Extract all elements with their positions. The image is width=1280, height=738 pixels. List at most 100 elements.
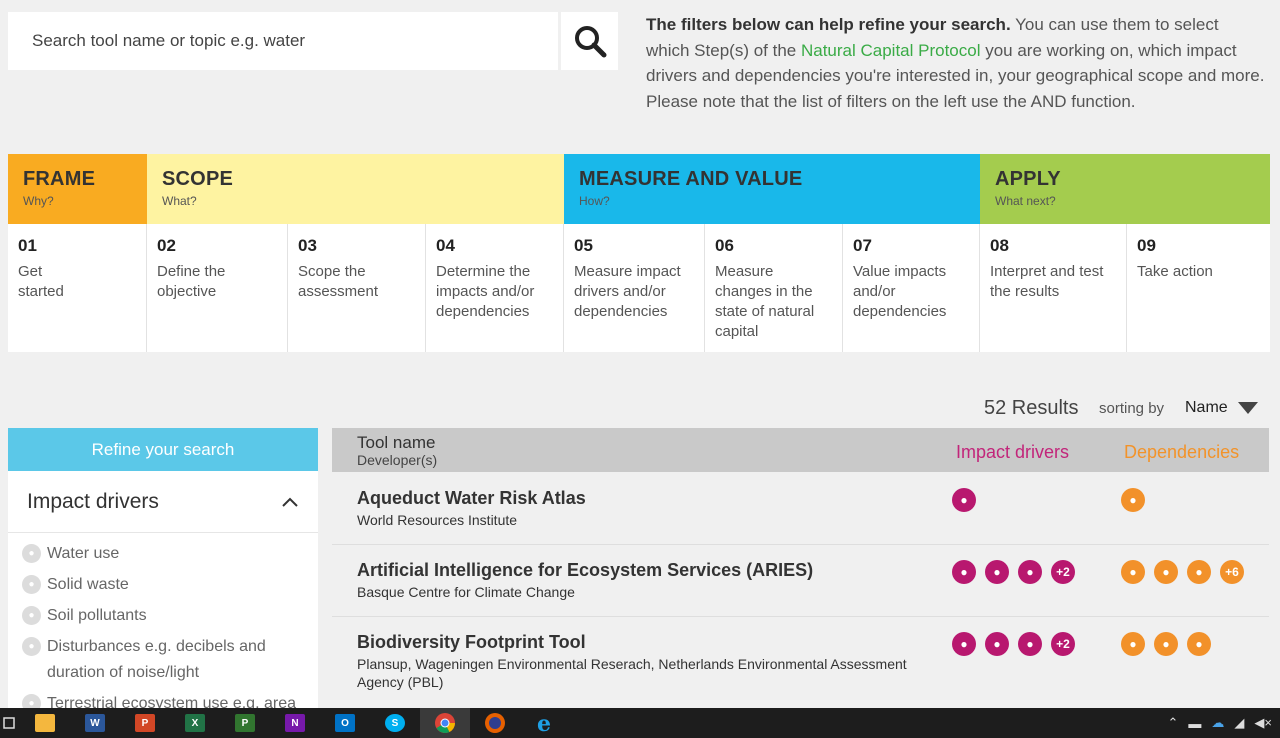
intro-bold: The filters below can help refine your s… [646, 15, 1011, 34]
water-drop-icon[interactable]: ● [952, 560, 976, 584]
filter-label: Water use [47, 545, 120, 562]
filter-label: Soil pollutants [47, 607, 147, 624]
bird-icon[interactable]: ● [1187, 632, 1211, 656]
stage-scope[interactable]: SCOPE What? [147, 154, 564, 224]
word-icon: W [85, 714, 105, 732]
water-drop-icon[interactable]: ● [952, 488, 976, 512]
tool-name[interactable]: Artificial Intelligence for Ecosystem Se… [357, 560, 813, 581]
stage-frame[interactable]: FRAME Why? [8, 154, 147, 224]
step-04[interactable]: 04 Determine the impacts and/or dependen… [426, 224, 564, 352]
filter-disturbances[interactable]: ● Disturbances e.g. decibels and duratio… [22, 634, 318, 686]
search-icon [574, 26, 606, 58]
step-number: 01 [18, 236, 37, 255]
protocol-link[interactable]: Natural Capital Protocol [801, 41, 981, 60]
step-number: 08 [990, 236, 1009, 255]
outlook-button[interactable]: O [320, 708, 370, 738]
tree-icon[interactable]: ● [985, 560, 1009, 584]
stage-title: MEASURE AND VALUE [579, 168, 803, 190]
waste-icon: ● [22, 575, 41, 594]
refine-label: Refine your search [91, 439, 235, 459]
firefox-icon [485, 713, 505, 733]
protocol-stages: FRAME Why? SCOPE What? MEASURE AND VALUE… [8, 154, 1270, 224]
step-label: Scope the assessment [298, 263, 379, 300]
soil-icon[interactable]: ● [1018, 560, 1042, 584]
impact-drivers-section-header[interactable]: Impact drivers [8, 471, 318, 533]
column-developers: Developer(s) [357, 452, 438, 468]
more-dependencies-badge[interactable]: +6 [1220, 560, 1244, 584]
search-button[interactable] [561, 12, 618, 70]
impact-icons: ● [952, 488, 976, 512]
impact-icons: ● ● ● +2 [952, 632, 1075, 656]
project-button[interactable]: P [220, 708, 270, 738]
tool-name[interactable]: Aqueduct Water Risk Atlas [357, 488, 586, 509]
filter-intro: The filters below can help refine your s… [646, 12, 1266, 114]
skype-icon: S [385, 714, 405, 732]
table-row[interactable]: Biodiversity Footprint Tool Plansup, Wag… [332, 617, 1269, 708]
basket-icon[interactable]: ● [1154, 632, 1178, 656]
chrome-button[interactable] [420, 708, 470, 738]
tool-developer: Basque Centre for Climate Change [357, 584, 575, 600]
chevron-up-icon[interactable]: ⌃ [1168, 715, 1179, 731]
stage-subtitle: How? [579, 194, 610, 208]
fishbowl-icon[interactable]: ● [985, 632, 1009, 656]
tree-icon[interactable]: ● [952, 632, 976, 656]
filter-label: Solid waste [47, 576, 129, 593]
step-02[interactable]: 02 Define the objective [147, 224, 288, 352]
search-placeholder: Search tool name or topic e.g. water [32, 31, 306, 50]
step-06[interactable]: 06 Measure changes in the state of natur… [705, 224, 843, 352]
column-dependencies[interactable]: Dependencies [1124, 442, 1239, 463]
task-view-icon [3, 717, 15, 729]
onedrive-cloud-icon[interactable]: ☁ [1211, 715, 1224, 731]
step-05[interactable]: 05 Measure impact drivers and/or depende… [564, 224, 705, 352]
water-drop-icon[interactable]: ● [1121, 488, 1145, 512]
speaker-icon: ● [22, 637, 41, 656]
powerpoint-button[interactable]: P [120, 708, 170, 738]
step-07[interactable]: 07 Value impacts and/or dependencies [843, 224, 980, 352]
search-input[interactable]: Search tool name or topic e.g. water [8, 12, 558, 70]
task-view-button[interactable] [0, 708, 20, 738]
filter-soil-pollutants[interactable]: ● Soil pollutants [22, 603, 318, 629]
file-explorer-button[interactable] [20, 708, 70, 738]
chevron-up-icon [282, 497, 298, 507]
outlook-icon: O [335, 714, 355, 732]
excel-button[interactable]: X [170, 708, 220, 738]
filter-terrestrial-ecosystem-use[interactable]: ● Terrestrial ecosystem use e.g. area [22, 691, 318, 708]
word-button[interactable]: W [70, 708, 120, 738]
windows-taskbar: W P X P N O S e ⌃ ▬ ☁ ◢ ◀× [0, 708, 1280, 738]
filter-water-use[interactable]: ● Water use [22, 541, 318, 567]
flower-icon[interactable]: ● [1187, 560, 1211, 584]
firefox-button[interactable] [470, 708, 520, 738]
tree-icon[interactable]: ● [1121, 560, 1145, 584]
water-drop-icon[interactable]: ● [1154, 560, 1178, 584]
table-row[interactable]: Artificial Intelligence for Ecosystem Se… [332, 545, 1269, 617]
volume-muted-icon[interactable]: ◀× [1254, 715, 1272, 731]
table-row[interactable]: Aqueduct Water Risk Atlas World Resource… [332, 472, 1269, 545]
wifi-icon[interactable]: ◢ [1234, 715, 1244, 731]
onenote-button[interactable]: N [270, 708, 320, 738]
stage-measure-and-value[interactable]: MEASURE AND VALUE How? [564, 154, 980, 224]
filter-solid-waste[interactable]: ● Solid waste [22, 572, 318, 598]
column-tool-name[interactable]: Tool name [357, 433, 435, 453]
step-number: 05 [574, 236, 593, 255]
speaker-icon[interactable]: ● [1018, 632, 1042, 656]
results-table-body: Aqueduct Water Risk Atlas World Resource… [332, 472, 1269, 708]
battery-icon[interactable]: ▬ [1188, 716, 1201, 731]
step-label: Determine the impacts and/or dependencie… [436, 263, 535, 320]
stage-apply[interactable]: APPLY What next? [980, 154, 1270, 224]
project-icon: P [235, 714, 255, 732]
step-label: Value impacts and/or dependencies [853, 263, 947, 320]
more-impacts-badge[interactable]: +2 [1051, 632, 1075, 656]
column-impact-drivers[interactable]: Impact drivers [956, 442, 1069, 463]
caret-down-icon [1237, 402, 1258, 414]
step-01[interactable]: 01 Get started [8, 224, 147, 352]
sort-dropdown[interactable]: Name [1185, 399, 1258, 417]
step-09[interactable]: 09 Take action [1127, 224, 1270, 352]
step-03[interactable]: 03 Scope the assessment [288, 224, 426, 352]
edge-button[interactable]: e [520, 708, 570, 738]
skype-button[interactable]: S [370, 708, 420, 738]
step-08[interactable]: 08 Interpret and test the results [980, 224, 1127, 352]
refine-search-button[interactable]: Refine your search [8, 428, 318, 471]
tool-name[interactable]: Biodiversity Footprint Tool [357, 632, 586, 653]
more-impacts-badge[interactable]: +2 [1051, 560, 1075, 584]
fire-icon[interactable]: ● [1121, 632, 1145, 656]
